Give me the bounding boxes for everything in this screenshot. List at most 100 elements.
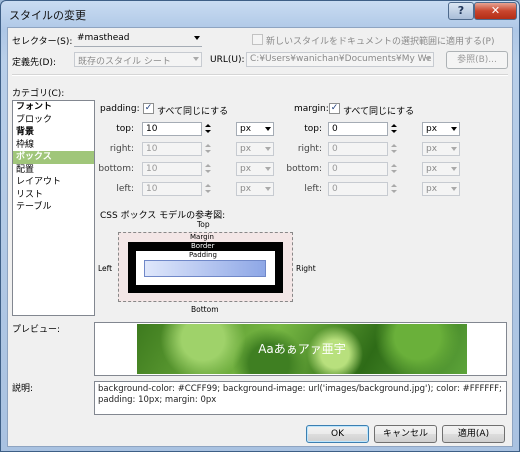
margin-value-spinner[interactable]: 0 (328, 142, 397, 156)
padding-unit-value: px (240, 124, 252, 134)
separator (12, 74, 508, 76)
padding-unit-select[interactable]: px (236, 182, 274, 196)
apply-to-selection-checkbox[interactable] (252, 34, 263, 45)
spin-updown-icon[interactable] (203, 122, 212, 136)
padding-unit-combo[interactable]: px (236, 122, 274, 136)
margin-unit-combo[interactable]: px (422, 142, 460, 156)
margin-unit-value: px (426, 144, 438, 154)
margin-value-spinner[interactable]: 0 (328, 182, 397, 196)
spin-updown-icon[interactable] (203, 142, 212, 156)
margin-side-label: bottom: (286, 164, 322, 174)
close-button[interactable]: ✕ (474, 2, 517, 20)
category-item[interactable]: ブロック (13, 114, 94, 127)
margin-value-field[interactable]: 0 (328, 122, 388, 136)
margin-unit-select[interactable]: px (422, 162, 460, 176)
margin-same-checkbox[interactable]: ✓ (329, 103, 340, 114)
selector-combo[interactable]: #masthead (74, 32, 202, 47)
spin-updown-icon[interactable] (203, 182, 212, 196)
margin-unit-select[interactable]: px (422, 142, 460, 156)
browse-button[interactable]: 参照(B)... (446, 51, 508, 69)
category-item[interactable]: リスト (13, 189, 94, 202)
spin-updown-icon[interactable] (389, 162, 398, 176)
box-model-margin-label: Margin (190, 233, 214, 241)
margin-unit-select[interactable]: px (422, 182, 460, 196)
box-model-bottom-label: Bottom (191, 305, 219, 314)
margin-value-spinner[interactable]: 0 (328, 162, 397, 176)
title-bar[interactable]: スタイルの変更 ? ✕ (1, 1, 519, 27)
chevron-down-icon (265, 187, 271, 191)
define-in-combo[interactable]: 既存のスタイル シート (74, 52, 202, 67)
padding-unit-combo[interactable]: px (236, 182, 274, 196)
margin-value-field[interactable]: 0 (328, 182, 388, 196)
cancel-button[interactable]: キャンセル (374, 425, 437, 443)
box-model-content (144, 260, 266, 277)
padding-value-field[interactable]: 10 (142, 162, 202, 176)
category-item[interactable]: 配置 (13, 164, 94, 177)
preview-label: プレビュー: (12, 325, 61, 335)
margin-label: margin: (294, 104, 329, 114)
selector-value: #masthead (77, 33, 130, 43)
category-item[interactable]: 枠線 (13, 139, 94, 152)
padding-same-label: すべて同じにする (157, 107, 229, 117)
padding-same-checkbox[interactable]: ✓ (143, 103, 154, 114)
padding-value-spinner[interactable]: 10 (142, 162, 211, 176)
chevron-down-icon (451, 187, 457, 191)
spin-updown-icon[interactable] (389, 122, 398, 136)
box-model-border: Border Padding (128, 242, 283, 293)
category-item[interactable]: ボックス (13, 151, 94, 164)
padding-side-label: top: (116, 124, 134, 134)
margin-unit-combo[interactable]: px (422, 162, 460, 176)
category-item[interactable]: 背景 (13, 126, 94, 139)
padding-side-label: right: (109, 144, 134, 154)
category-list[interactable]: フォント ブロック 背景 枠線 ボックス 配置 レイアウト リスト テーブル (12, 100, 95, 316)
box-model-right-label: Right (296, 264, 316, 273)
chevron-down-icon (451, 167, 457, 171)
margin-unit-combo[interactable]: px (422, 182, 460, 196)
preview-sample-text: Aaあぁアァ亜宇 (258, 342, 346, 356)
padding-side-label: bottom: (98, 164, 134, 174)
chevron-down-icon (451, 147, 457, 151)
padding-value-spinner[interactable]: 10 (142, 142, 211, 156)
padding-unit-combo[interactable]: px (236, 162, 274, 176)
chevron-down-icon (194, 36, 200, 40)
spin-updown-icon[interactable] (389, 182, 398, 196)
margin-unit-combo[interactable]: px (422, 122, 460, 136)
category-item[interactable]: フォント (13, 101, 94, 114)
apply-button[interactable]: 適用(A) (442, 425, 505, 443)
apply-to-selection-label: 新しいスタイルをドキュメントの選択範囲に適用する(P) (266, 37, 495, 47)
padding-unit-combo[interactable]: px (236, 142, 274, 156)
padding-unit-select[interactable]: px (236, 142, 274, 156)
url-value: C:¥Users¥wanichan¥Documents¥My We (250, 54, 432, 64)
chevron-down-icon (193, 57, 199, 61)
box-model-left-label: Left (98, 264, 113, 273)
spin-updown-icon[interactable] (203, 162, 212, 176)
selector-label: セレクター(S): (12, 37, 73, 47)
margin-value-field[interactable]: 0 (328, 162, 388, 176)
margin-unit-value: px (426, 164, 438, 174)
padding-unit-value: px (240, 184, 252, 194)
padding-unit-value: px (240, 164, 252, 174)
url-combo[interactable]: C:¥Users¥wanichan¥Documents¥My We (246, 52, 434, 67)
padding-unit-select[interactable]: px (236, 122, 274, 136)
spin-updown-icon[interactable] (389, 142, 398, 156)
define-in-value: 既存のスタイル シート (78, 57, 171, 67)
padding-value-spinner[interactable]: 10 (142, 122, 211, 136)
ok-button[interactable]: OK (306, 425, 369, 443)
margin-side-label: top: (304, 124, 322, 134)
padding-value-field[interactable]: 10 (142, 122, 202, 136)
margin-unit-select[interactable]: px (422, 122, 460, 136)
category-item[interactable]: レイアウト (13, 176, 94, 189)
modify-style-dialog: スタイルの変更 ? ✕ セレクター(S): #masthead 新しいスタイルを… (0, 0, 520, 452)
help-button[interactable]: ? (448, 2, 474, 20)
padding-value-field[interactable]: 10 (142, 182, 202, 196)
padding-value-field[interactable]: 10 (142, 142, 202, 156)
category-item[interactable]: テーブル (13, 201, 94, 214)
description-box: background-color: #CCFF99; background-im… (94, 381, 507, 415)
padding-value-spinner[interactable]: 10 (142, 182, 211, 196)
box-model-border-label: Border (191, 242, 215, 250)
padding-unit-value: px (240, 144, 252, 154)
category-items: フォント ブロック 背景 枠線 ボックス 配置 レイアウト リスト テーブル (13, 101, 94, 214)
margin-value-field[interactable]: 0 (328, 142, 388, 156)
padding-unit-select[interactable]: px (236, 162, 274, 176)
margin-value-spinner[interactable]: 0 (328, 122, 397, 136)
